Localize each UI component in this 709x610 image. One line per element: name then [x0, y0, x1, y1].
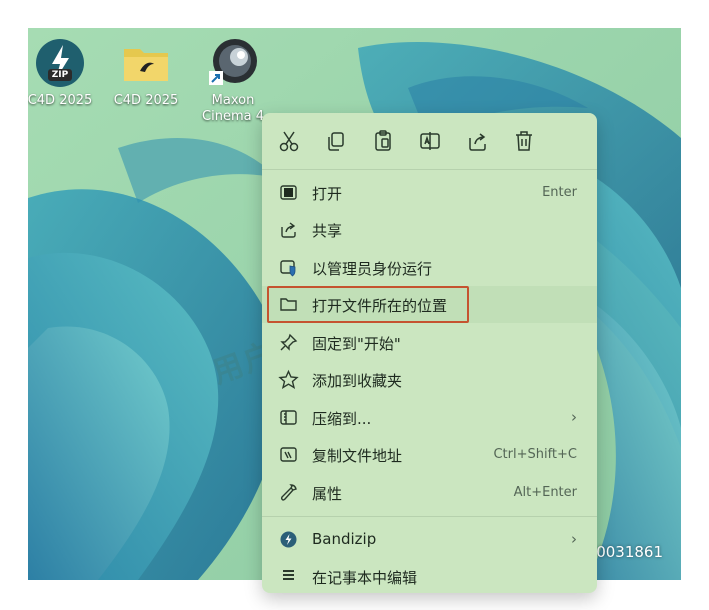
paste-button[interactable] [370, 128, 396, 154]
menu-item-label: 共享 [312, 222, 343, 240]
folder-icon [120, 37, 172, 89]
delete-button[interactable] [511, 128, 537, 154]
cut-button[interactable] [276, 128, 302, 154]
notepad-icon [278, 566, 299, 587]
menu-item-label: 固定到"开始" [312, 335, 401, 353]
rename-icon [420, 132, 440, 150]
desktop-icon-c4d-folder[interactable]: C4D 2025 [111, 37, 181, 109]
chevron-right-icon: › [571, 530, 577, 548]
menu-item-shortcut: Enter [542, 185, 577, 200]
menu-item-label: 以管理员身份运行 [312, 260, 433, 278]
menu-item-copy-file-path[interactable]: 复制文件地址 Ctrl+Shift+C [262, 436, 597, 473]
context-menu: 打开 Enter 共享 以管理员身份运行 打开文件所在的位置 固定到"开始" 添… [262, 113, 597, 593]
delete-icon [516, 131, 532, 151]
copy-path-icon [278, 444, 299, 465]
share-icon [278, 219, 299, 240]
admin-shield-icon [278, 257, 299, 278]
cut-icon [279, 131, 299, 152]
compress-icon [278, 407, 299, 428]
bandizip-icon [278, 529, 299, 550]
desktop-icon-label: C4D 2025 [28, 93, 93, 108]
menu-item-add-to-favorites[interactable]: 添加到收藏夹 [262, 361, 597, 398]
zip-archive-icon: ZIP [34, 37, 86, 89]
star-icon [278, 369, 299, 390]
share-icon [469, 133, 486, 151]
menu-item-compress-to[interactable]: 压缩到... › [262, 399, 597, 436]
menu-item-share[interactable]: 共享 [262, 211, 597, 248]
highlight-annotation-box [267, 286, 469, 323]
desktop-icon-c4d-zip[interactable]: ZIP C4D 2025 [28, 37, 95, 109]
copy-icon [328, 132, 344, 151]
open-icon [278, 182, 299, 203]
desktop-icon-label: C4D 2025 [113, 93, 179, 108]
menu-item-label: 在记事本中编辑 [312, 569, 418, 587]
cinema4d-shortcut-icon [207, 37, 259, 89]
desktop-icon-label: Maxon [211, 93, 255, 108]
menu-item-properties[interactable]: 属性 Alt+Enter [262, 474, 597, 511]
menu-divider [262, 516, 597, 517]
zip-badge: ZIP [51, 70, 69, 80]
menu-item-label: 压缩到... [312, 410, 372, 428]
desktop-icon-label-line2: Cinema 4 [202, 109, 264, 124]
menu-item-run-as-admin[interactable]: 以管理员身份运行 [262, 249, 597, 286]
menu-item-label: Bandizip [312, 530, 377, 548]
pin-icon [278, 332, 299, 353]
menu-item-shortcut: Alt+Enter [513, 485, 577, 500]
menu-item-edit-in-notepad[interactable]: 在记事本中编辑 [262, 558, 597, 593]
copy-button[interactable] [323, 128, 349, 154]
share-button[interactable] [464, 128, 490, 154]
menu-item-label: 复制文件地址 [312, 447, 403, 465]
menu-item-pin-to-start[interactable]: 固定到"开始" [262, 324, 597, 361]
properties-wrench-icon [278, 482, 299, 503]
chevron-right-icon: › [571, 408, 577, 426]
context-toolbar [262, 113, 597, 169]
toolbar-divider [262, 169, 597, 170]
menu-item-label: 打开 [312, 185, 343, 203]
paste-icon [375, 130, 391, 151]
menu-item-label: 添加到收藏夹 [312, 372, 403, 390]
menu-item-shortcut: Ctrl+Shift+C [493, 447, 577, 462]
rename-button[interactable] [417, 128, 443, 154]
menu-item-bandizip[interactable]: Bandizip › [262, 521, 597, 558]
menu-item-label: 属性 [312, 485, 343, 503]
menu-item-open[interactable]: 打开 Enter [262, 174, 597, 211]
desktop-icon-cinema4d[interactable]: Maxon Cinema 4 [198, 37, 268, 125]
